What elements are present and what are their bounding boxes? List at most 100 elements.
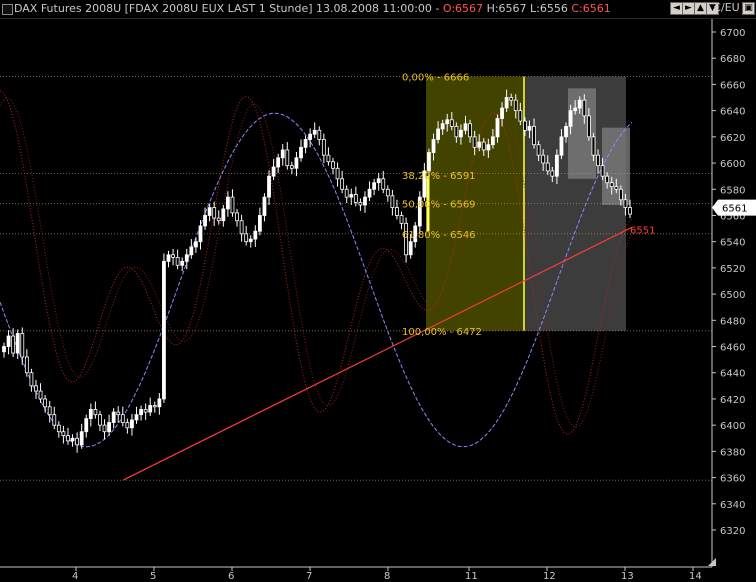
candle-body xyxy=(148,405,153,413)
candle-body xyxy=(88,409,93,420)
candle-body xyxy=(34,385,38,392)
time-tick-label: 11 xyxy=(465,571,478,582)
candle-body xyxy=(445,119,450,125)
candle-body xyxy=(66,435,70,442)
candle-body xyxy=(596,154,600,167)
time-tick-label: 12 xyxy=(543,571,556,582)
candle-body xyxy=(573,107,578,112)
candle-body xyxy=(221,208,226,222)
candle-body xyxy=(568,110,573,127)
candle-body xyxy=(244,233,249,243)
price-tick-label: 6440 xyxy=(720,369,745,380)
candle-body xyxy=(29,372,34,387)
candle-body xyxy=(349,194,354,198)
candle-body xyxy=(577,99,582,109)
candle-body xyxy=(125,422,130,429)
time-axis[interactable]: 4 5 6 7 8 11 12 13 14 xyxy=(0,558,716,582)
price-axis[interactable]: 6320 6340 6360 6380 6400 6420 6440 6460 6480 6500… xyxy=(711,19,756,567)
grey-box-lower xyxy=(602,127,630,205)
time-tick-label: 7 xyxy=(306,571,312,582)
fib-level-label: 100,00% - 6472 xyxy=(402,327,482,338)
time-tick-label: 14 xyxy=(689,571,702,582)
candle-body xyxy=(550,170,555,177)
candle-body xyxy=(532,125,536,146)
price-tick-label: 6600 xyxy=(720,159,745,170)
time-tick-label: 8 xyxy=(384,571,390,582)
candle-body xyxy=(523,120,527,131)
candle-body xyxy=(618,188,623,201)
price-tick-label: 6520 xyxy=(720,264,745,275)
candle-body xyxy=(184,254,189,262)
candle-body xyxy=(143,409,148,413)
candle-body xyxy=(107,422,111,433)
candle-body xyxy=(321,139,326,156)
candle-body xyxy=(363,196,367,206)
fib-level-label: 61,80% - 6546 xyxy=(402,230,476,241)
fib-level-label: 0,00% - 6666 xyxy=(402,73,469,84)
candle-body xyxy=(591,136,596,156)
candle-body xyxy=(331,161,335,169)
candle-body xyxy=(545,162,550,172)
candle-body xyxy=(271,166,276,177)
candle-body xyxy=(504,97,509,109)
candle-body xyxy=(171,254,175,258)
price-tick-label: 6580 xyxy=(720,185,745,196)
candle-body xyxy=(253,230,258,240)
candle-body xyxy=(162,260,166,400)
candle-body xyxy=(312,129,317,135)
candle-body xyxy=(527,125,532,131)
time-tick-label: 6 xyxy=(228,571,234,582)
price-tick-label: 6620 xyxy=(720,133,745,144)
candle-body xyxy=(564,125,568,138)
candle-body xyxy=(586,115,591,138)
candle-body xyxy=(367,188,372,198)
time-tick-label: 13 xyxy=(621,571,634,582)
candle-body xyxy=(98,414,102,426)
candle-body xyxy=(276,157,281,168)
candle-body xyxy=(541,154,546,164)
candle-body xyxy=(166,254,171,262)
candle-body xyxy=(139,409,143,416)
candle-body xyxy=(207,207,212,216)
candle-body xyxy=(194,241,198,248)
candle-body xyxy=(326,154,331,163)
candle-body xyxy=(344,188,349,198)
candle-body xyxy=(52,414,57,426)
candle-body xyxy=(189,246,194,256)
candle-body xyxy=(79,431,84,446)
candle-body xyxy=(440,123,445,130)
candle-body xyxy=(353,194,358,203)
price-tick-label: 6400 xyxy=(720,421,745,432)
price-tick-label: 6640 xyxy=(720,107,745,118)
candle-body xyxy=(230,196,235,214)
candle-body xyxy=(20,333,25,358)
candle-body xyxy=(262,196,267,216)
candle-body xyxy=(47,406,52,416)
time-tick-label: 4 xyxy=(72,571,78,582)
candle-body xyxy=(463,123,468,131)
candle-body xyxy=(11,335,16,354)
price-tick-label: 6680 xyxy=(720,54,745,65)
candle-body xyxy=(130,419,134,429)
candle-body xyxy=(385,188,390,197)
candle-body xyxy=(376,178,381,184)
candle-body xyxy=(628,207,632,215)
trendline-label: 6551 xyxy=(630,225,655,236)
price-tick-label: 6500 xyxy=(720,290,745,301)
candle-body xyxy=(225,196,230,210)
candle-body xyxy=(70,437,75,442)
candle-body xyxy=(61,431,66,437)
candle-body xyxy=(358,201,363,206)
candle-body xyxy=(157,398,162,408)
candle-body xyxy=(481,141,486,151)
price-tick-label: 6340 xyxy=(720,500,745,511)
candle-body xyxy=(56,424,61,433)
candle-body xyxy=(454,125,459,138)
candle-body xyxy=(459,129,463,138)
candle-body xyxy=(495,118,500,138)
candle-body xyxy=(408,241,413,256)
price-chart[interactable]: 6551 0,00% - 6666 38,20% - 6591 50,00% - 6… xyxy=(0,0,756,582)
candle-body xyxy=(340,178,345,190)
candle-body xyxy=(582,99,587,117)
candle-body xyxy=(486,144,491,151)
